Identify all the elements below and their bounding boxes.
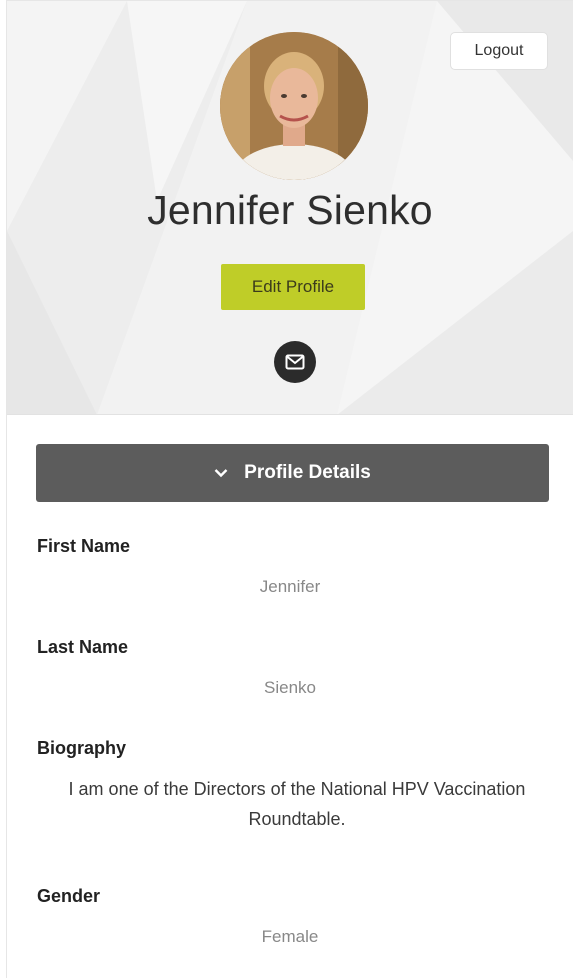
avatar [220, 32, 368, 180]
envelope-icon [285, 354, 305, 370]
edit-profile-button[interactable]: Edit Profile [221, 264, 365, 310]
profile-header: Logout Jennifer Sienko Edit Profile [7, 1, 573, 415]
avatar-photo [220, 32, 368, 180]
profile-details-title: Profile Details [244, 462, 371, 483]
gender-value: Female [261, 927, 319, 946]
biography-value: I am one of the Directors of the Nationa… [68, 779, 526, 829]
gender-label: Gender [37, 886, 101, 906]
profile-card: Logout Jennifer Sienko Edit Profile Prof… [6, 0, 573, 978]
first-name-value: Jennifer [259, 577, 321, 596]
chevron-down-icon [214, 468, 228, 478]
last-name-label: Last Name [37, 637, 129, 657]
profile-details-toggle[interactable]: Profile Details [36, 444, 549, 502]
biography-label: Biography [37, 738, 127, 758]
profile-name: Jennifer Sienko [147, 187, 433, 233]
first-name-label: First Name [37, 536, 131, 556]
email-button[interactable] [274, 341, 316, 383]
last-name-value: Sienko [264, 678, 316, 697]
logout-button[interactable]: Logout [450, 32, 548, 70]
